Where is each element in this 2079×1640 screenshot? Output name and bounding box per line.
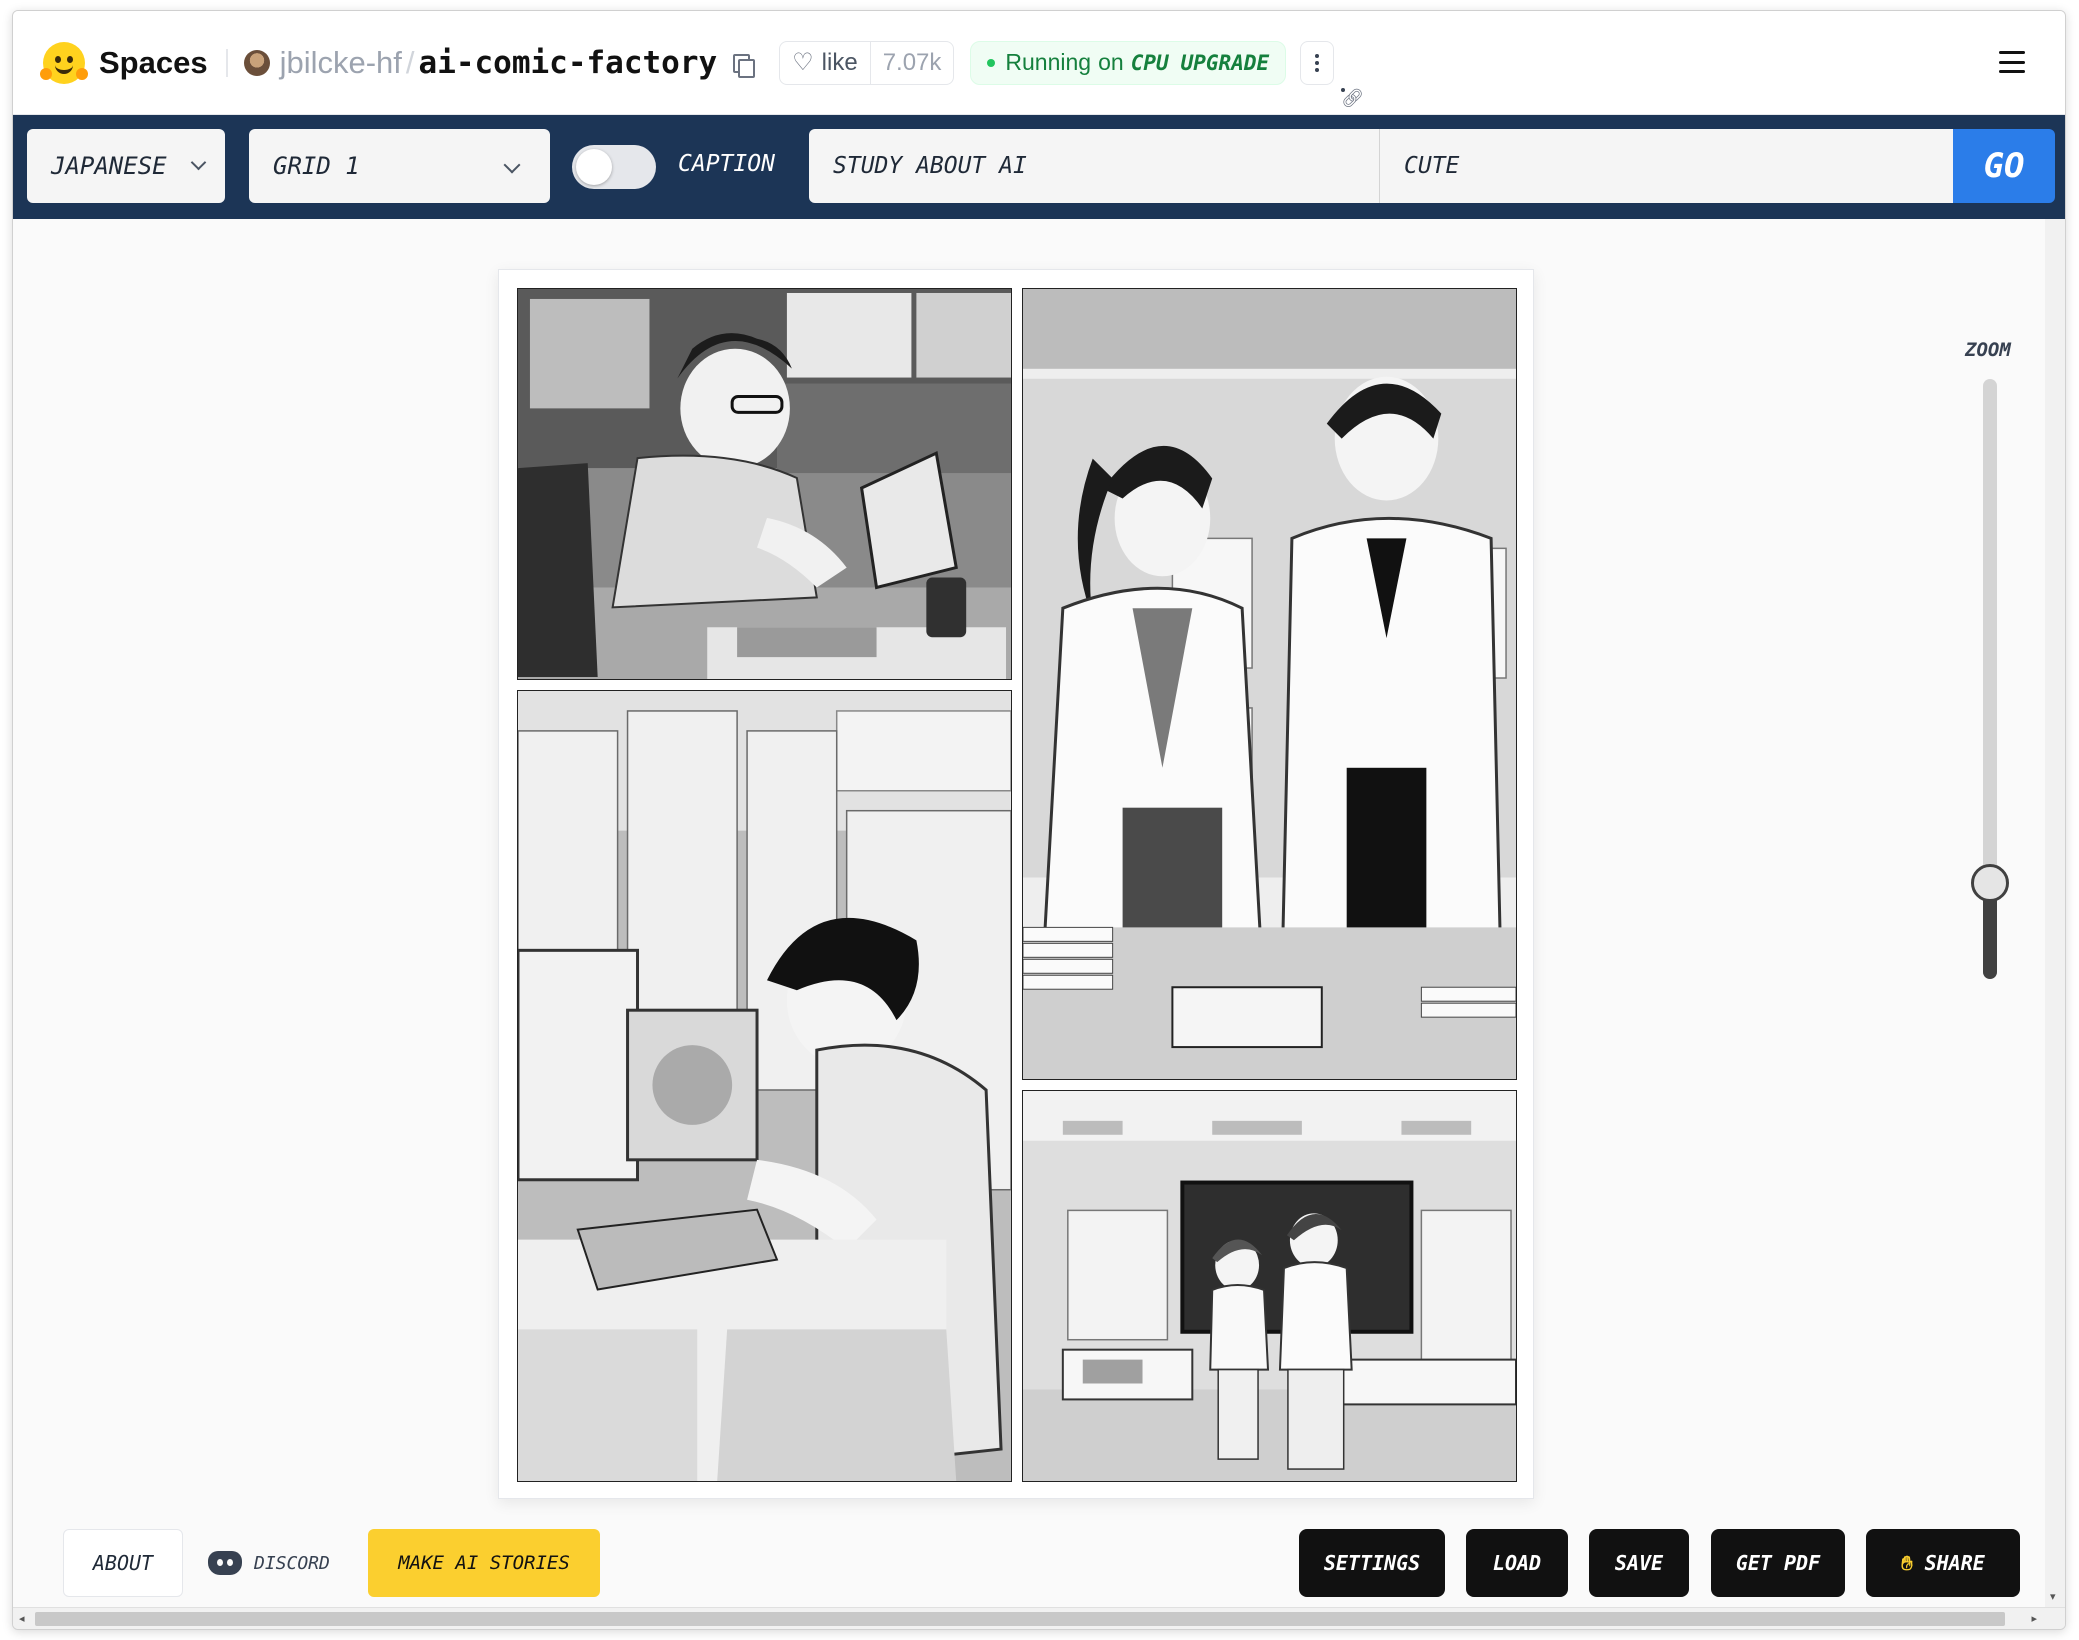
- panel-1-illustration: [518, 289, 1011, 679]
- prompt-fields: STUDY ABOUT AI CUTE: [809, 129, 1959, 203]
- browser-window: Spaces jbilcke-hf / ai-comic-factory ♡ l…: [12, 10, 2066, 1630]
- preset-select[interactable]: JAPANESE: [27, 129, 225, 203]
- comic-page: [498, 269, 1534, 1499]
- hf-header: Spaces jbilcke-hf / ai-comic-factory ♡ l…: [13, 11, 2065, 115]
- link-icon: 🔗︎: [1341, 87, 1364, 109]
- panel-2-illustration: [1023, 289, 1516, 1079]
- more-options-button[interactable]: 🔗︎: [1300, 40, 1364, 109]
- horizontal-scrollbar-thumb[interactable]: [35, 1612, 2005, 1626]
- hamburger-menu-icon[interactable]: [1999, 51, 2025, 73]
- settings-button[interactable]: SETTINGS: [1299, 1529, 1445, 1597]
- repo-name-link[interactable]: ai-comic-factory: [419, 45, 718, 81]
- share-label: SHARE: [1924, 1551, 1985, 1575]
- layout-value: GRID 1: [273, 152, 360, 180]
- status-on-text: on: [1098, 49, 1124, 75]
- like-label: like: [821, 48, 858, 76]
- comic-toolbar: JAPANESE GRID 1 CAPTION STUDY ABOUT AI C…: [13, 115, 2065, 219]
- upgrade-link[interactable]: UPGRADE: [1181, 51, 1270, 75]
- hugging-face-logo-icon[interactable]: [40, 41, 88, 84]
- status-dot-icon: [987, 58, 996, 67]
- discord-icon: [208, 1551, 242, 1575]
- caption-label: CAPTION: [678, 151, 775, 177]
- panel-3-illustration: [518, 691, 1011, 1481]
- go-button[interactable]: GO: [1953, 129, 2055, 203]
- caption-toggle[interactable]: [572, 145, 656, 189]
- status-running-text: Running: [1005, 49, 1092, 75]
- owner-avatar: [243, 49, 270, 76]
- vertical-scrollbar[interactable]: ▾: [2045, 219, 2065, 1607]
- save-button[interactable]: SAVE: [1589, 1529, 1689, 1597]
- spaces-link[interactable]: Spaces: [99, 45, 208, 81]
- about-button[interactable]: ABOUT: [63, 1529, 183, 1597]
- like-count[interactable]: 7.07k: [869, 41, 954, 84]
- layout-select[interactable]: GRID 1: [249, 129, 550, 203]
- get-pdf-button[interactable]: GET PDF: [1711, 1529, 1845, 1597]
- make-ai-stories-button[interactable]: MAKE AI STORIES: [368, 1529, 600, 1597]
- zoom-slider-thumb[interactable]: [1971, 864, 2009, 902]
- copy-icon[interactable]: [731, 52, 756, 78]
- like-button-left[interactable]: ♡ like: [780, 42, 870, 84]
- comic-panel-3[interactable]: [517, 690, 1012, 1482]
- scroll-down-arrow-icon[interactable]: ▾: [2050, 1590, 2056, 1603]
- comic-panel-1[interactable]: [517, 288, 1012, 680]
- zoom-label: ZOOM: [1965, 339, 2011, 361]
- preset-value: JAPANESE: [51, 152, 167, 180]
- scroll-right-arrow-icon[interactable]: ▸: [2031, 1612, 2037, 1625]
- running-status-badge[interactable]: Running on CPU UPGRADE: [970, 40, 1287, 85]
- horizontal-scrollbar[interactable]: ◂ ▸: [13, 1607, 2065, 1629]
- discord-link[interactable]: DISCORD: [208, 1541, 330, 1585]
- owner-link[interactable]: jbilcke-hf: [280, 45, 402, 81]
- story-prompt-input[interactable]: STUDY ABOUT AI: [809, 129, 1380, 203]
- comic-panel-4[interactable]: [1022, 1090, 1517, 1482]
- panel-4-illustration: [1023, 1091, 1516, 1481]
- chevron-down-icon: [190, 154, 207, 171]
- comic-panel-2[interactable]: [1022, 288, 1517, 1080]
- load-button[interactable]: LOAD: [1466, 1529, 1568, 1597]
- header-divider: [225, 48, 228, 77]
- caption-toggle-knob: [576, 149, 612, 185]
- hardware-label: CPU: [1130, 50, 1169, 75]
- heart-icon: ♡: [792, 49, 814, 76]
- share-button[interactable]: ✋︎ SHARE: [1866, 1529, 2020, 1597]
- discord-label: DISCORD: [254, 1552, 330, 1574]
- style-prompt-input[interactable]: CUTE: [1380, 129, 1952, 203]
- hugging-face-hands-icon: ✋︎: [1901, 1551, 1913, 1575]
- path-separator: /: [405, 44, 415, 80]
- chevron-down-icon: [503, 156, 521, 174]
- like-button[interactable]: ♡ like 7.07k: [779, 40, 955, 85]
- scroll-left-arrow-icon[interactable]: ◂: [19, 1612, 25, 1625]
